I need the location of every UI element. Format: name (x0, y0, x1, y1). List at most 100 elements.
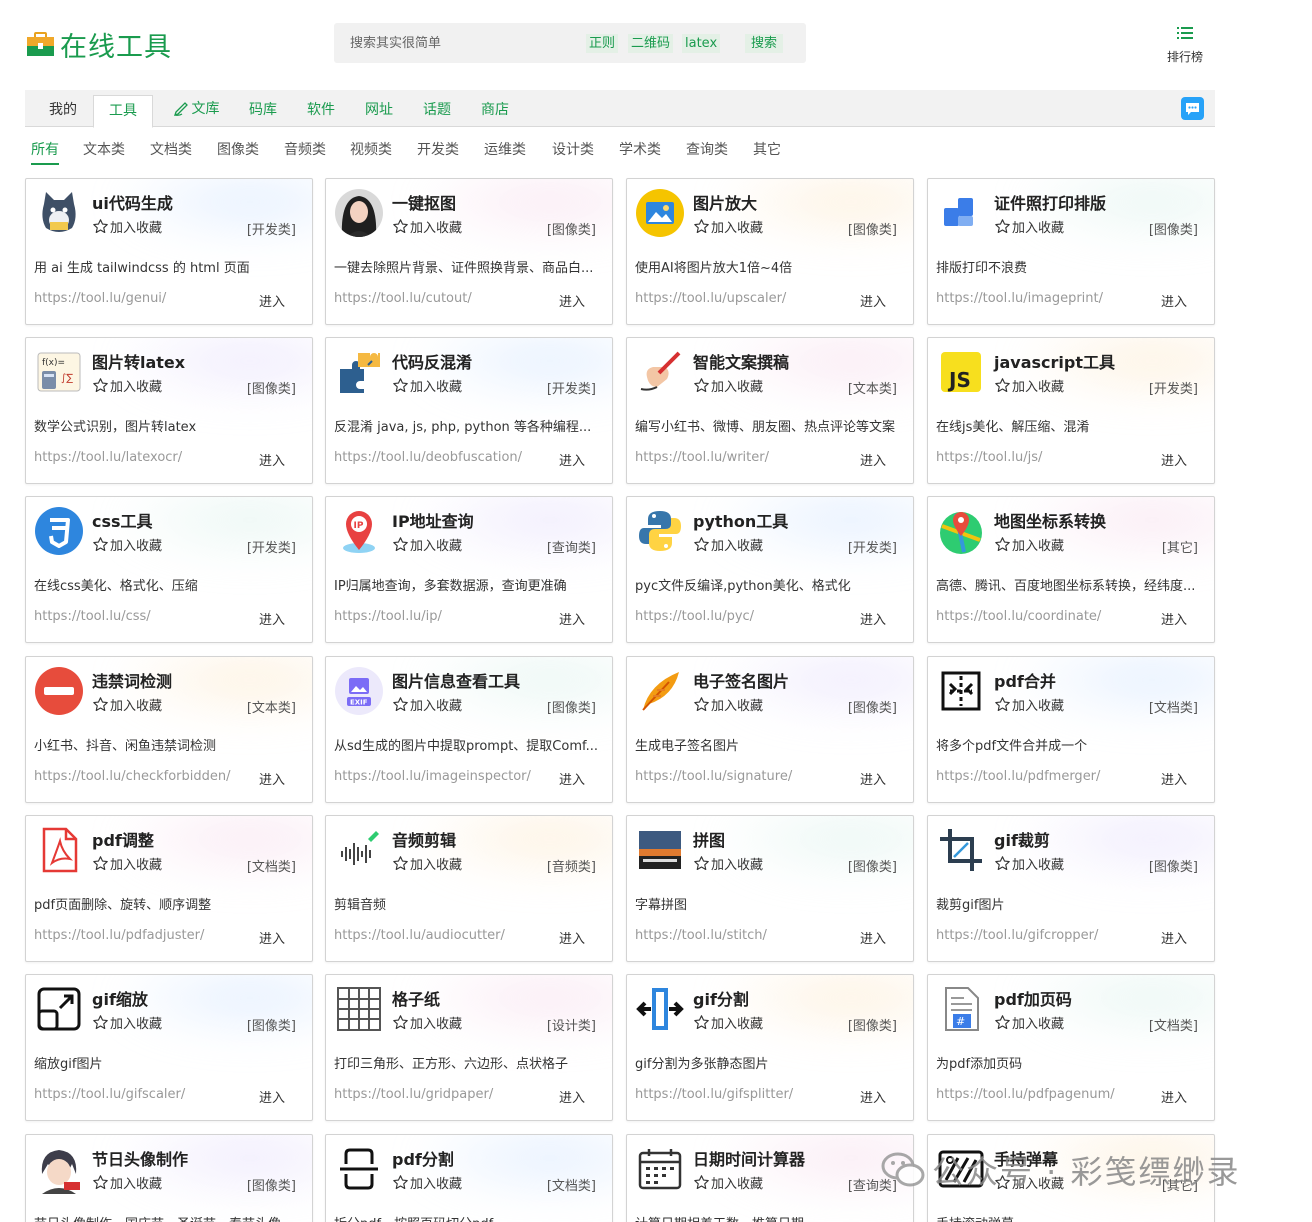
enter-link[interactable]: 进入 (1161, 769, 1187, 788)
enter-link[interactable]: 进入 (259, 928, 285, 947)
tool-category[interactable]: [设计类] (547, 1015, 596, 1034)
favorite-button[interactable]: 加入收藏 (994, 535, 1064, 554)
tool-title[interactable]: 智能文案撰稿 (693, 349, 789, 373)
filter-academic[interactable]: 学术类 (619, 141, 661, 165)
favorite-button[interactable]: 加入收藏 (92, 376, 162, 395)
enter-link[interactable]: 进入 (860, 450, 886, 469)
tool-category[interactable]: [图像类] (848, 697, 897, 716)
tool-title[interactable]: 一键抠图 (392, 190, 456, 214)
enter-link[interactable]: 进入 (1161, 291, 1187, 310)
favorite-button[interactable]: 加入收藏 (994, 376, 1064, 395)
favorite-button[interactable]: 加入收藏 (92, 854, 162, 873)
tool-title[interactable]: javascript工具 (994, 349, 1115, 373)
tool-title[interactable]: 电子签名图片 (693, 668, 789, 692)
tool-title[interactable]: 音频剪辑 (392, 827, 456, 851)
favorite-button[interactable]: 加入收藏 (994, 695, 1064, 714)
tool-card[interactable]: IP IP地址查询 加入收藏 [查询类] IP归属地查询，多套数据源，查询更准确… (325, 496, 613, 643)
tool-card[interactable]: 图片放大 加入收藏 [图像类] 使用AI将图片放大1倍~4倍 https://t… (626, 178, 914, 325)
tool-title[interactable]: css工具 (92, 508, 153, 532)
tool-url[interactable]: https://tool.lu/ip/ (334, 609, 542, 624)
tool-card[interactable]: python工具 加入收藏 [开发类] pyc文件反编译,python美化、格式… (626, 496, 914, 643)
tool-url[interactable]: https://tool.lu/signature/ (635, 769, 843, 784)
favorite-button[interactable]: 加入收藏 (693, 535, 763, 554)
tool-title[interactable]: pdf合并 (994, 668, 1056, 692)
favorite-button[interactable]: 加入收藏 (92, 1013, 162, 1032)
tool-title[interactable]: 格子纸 (392, 986, 440, 1010)
tool-card[interactable]: 拼图 加入收藏 [图像类] 字幕拼图 https://tool.lu/stitc… (626, 815, 914, 962)
tool-category[interactable]: [文档类] (1149, 1015, 1198, 1034)
tool-card[interactable]: ui代码生成 加入收藏 [开发类] 用 ai 生成 tailwindcss 的 … (25, 178, 313, 325)
tool-url[interactable]: https://tool.lu/gifcropper/ (936, 928, 1144, 943)
tool-category[interactable]: [文档类] (547, 1175, 596, 1194)
tool-url[interactable]: https://tool.lu/pdfmerger/ (936, 769, 1144, 784)
favorite-button[interactable]: 加入收藏 (693, 695, 763, 714)
tool-category[interactable]: [图像类] (547, 219, 596, 238)
enter-link[interactable]: 进入 (1161, 928, 1187, 947)
search-button[interactable]: 搜索 (745, 34, 784, 53)
tool-title[interactable]: gif缩放 (92, 986, 148, 1010)
tool-url[interactable]: https://tool.lu/js/ (936, 450, 1144, 465)
tool-card[interactable]: pdf分割 加入收藏 [文档类] 拆分pdf，按照页码切分pdf https:/… (325, 1134, 613, 1222)
tool-title[interactable]: pdf分割 (392, 1146, 454, 1170)
tool-category[interactable]: [图像类] (247, 378, 296, 397)
tool-card[interactable]: pdf调整 加入收藏 [文档类] pdf页面删除、旋转、顺序调整 https:/… (25, 815, 313, 962)
tool-url[interactable]: https://tool.lu/pdfadjuster/ (34, 928, 242, 943)
search-tag-qrcode[interactable]: 二维码 (628, 34, 674, 53)
tool-title[interactable]: 地图坐标系转换 (994, 508, 1106, 532)
favorite-button[interactable]: 加入收藏 (693, 1013, 763, 1032)
tool-card[interactable]: gif裁剪 加入收藏 [图像类] 裁剪gif图片 https://tool.lu… (927, 815, 1215, 962)
tool-card[interactable]: 格子纸 加入收藏 [设计类] 打印三角形、正方形、六边形、点状格子 https:… (325, 974, 613, 1121)
tool-url[interactable]: https://tool.lu/gifscaler/ (34, 1087, 242, 1102)
favorite-button[interactable]: 加入收藏 (693, 217, 763, 236)
tool-title[interactable]: 拼图 (693, 827, 725, 851)
enter-link[interactable]: 进入 (559, 450, 585, 469)
tool-url[interactable]: https://tool.lu/pyc/ (635, 609, 843, 624)
tool-url[interactable]: https://tool.lu/gifsplitter/ (635, 1087, 843, 1102)
tool-card[interactable]: gif缩放 加入收藏 [图像类] 缩放gif图片 https://tool.lu… (25, 974, 313, 1121)
filter-design[interactable]: 设计类 (552, 141, 594, 165)
chat-button[interactable] (1181, 97, 1204, 120)
tool-category[interactable]: [图像类] (247, 1175, 296, 1194)
tab-websites[interactable]: 网址 (363, 90, 395, 127)
enter-link[interactable]: 进入 (559, 1087, 585, 1106)
enter-link[interactable]: 进入 (559, 928, 585, 947)
tool-card[interactable]: pdf合并 加入收藏 [文档类] 将多个pdf文件合并成一个 https://t… (927, 656, 1215, 803)
filter-ops[interactable]: 运维类 (484, 141, 526, 165)
tab-mine[interactable]: 我的 (43, 90, 83, 127)
tool-category[interactable]: [音频类] (547, 856, 596, 875)
tool-url[interactable]: https://tool.lu/pdfpagenum/ (936, 1087, 1144, 1102)
tool-url[interactable]: https://tool.lu/imageprint/ (936, 291, 1144, 306)
tool-url[interactable]: https://tool.lu/cutout/ (334, 291, 542, 306)
tool-card[interactable]: 代码反混淆 加入收藏 [开发类] 反混淆 java, js, php, pyth… (325, 337, 613, 484)
tool-card[interactable]: EXIF 图片信息查看工具 加入收藏 [图像类] 从sd生成的图片中提取prom… (325, 656, 613, 803)
tool-category[interactable]: [文本类] (848, 378, 897, 397)
enter-link[interactable]: 进入 (860, 291, 886, 310)
tab-tools[interactable]: 工具 (93, 95, 153, 128)
tool-category[interactable]: [开发类] (247, 537, 296, 556)
enter-link[interactable]: 进入 (860, 928, 886, 947)
tool-category[interactable]: [图像类] (247, 1015, 296, 1034)
enter-link[interactable]: 进入 (860, 1087, 886, 1106)
enter-link[interactable]: 进入 (259, 769, 285, 788)
tool-card[interactable]: 一键抠图 加入收藏 [图像类] 一键去除照片背景、证件照换背景、商品白... h… (325, 178, 613, 325)
favorite-button[interactable]: 加入收藏 (92, 1173, 162, 1192)
tool-card[interactable]: 电子签名图片 加入收藏 [图像类] 生成电子签名图片 https://tool.… (626, 656, 914, 803)
tool-title[interactable]: 证件照打印排版 (994, 190, 1106, 214)
tool-card[interactable]: 证件照打印排版 加入收藏 [图像类] 排版打印不浪费 https://tool.… (927, 178, 1215, 325)
tool-title[interactable]: python工具 (693, 508, 788, 532)
favorite-button[interactable]: 加入收藏 (392, 695, 462, 714)
filter-document[interactable]: 文档类 (150, 141, 192, 165)
tool-title[interactable]: 图片转latex (92, 349, 185, 373)
tab-software[interactable]: 软件 (305, 90, 337, 127)
favorite-button[interactable]: 加入收藏 (392, 1013, 462, 1032)
tool-title[interactable]: 图片信息查看工具 (392, 668, 520, 692)
filter-text[interactable]: 文本类 (83, 141, 125, 165)
favorite-button[interactable]: 加入收藏 (392, 535, 462, 554)
filter-other[interactable]: 其它 (753, 141, 781, 165)
tool-category[interactable]: [开发类] (1149, 378, 1198, 397)
favorite-button[interactable]: 加入收藏 (392, 854, 462, 873)
favorite-button[interactable]: 加入收藏 (392, 1173, 462, 1192)
tool-card[interactable]: f(x)= ∫∑ 图片转latex 加入收藏 [图像类] 数学公式识别，图片转la… (25, 337, 313, 484)
tool-title[interactable]: pdf调整 (92, 827, 154, 851)
tool-url[interactable]: https://tool.lu/genui/ (34, 291, 242, 306)
